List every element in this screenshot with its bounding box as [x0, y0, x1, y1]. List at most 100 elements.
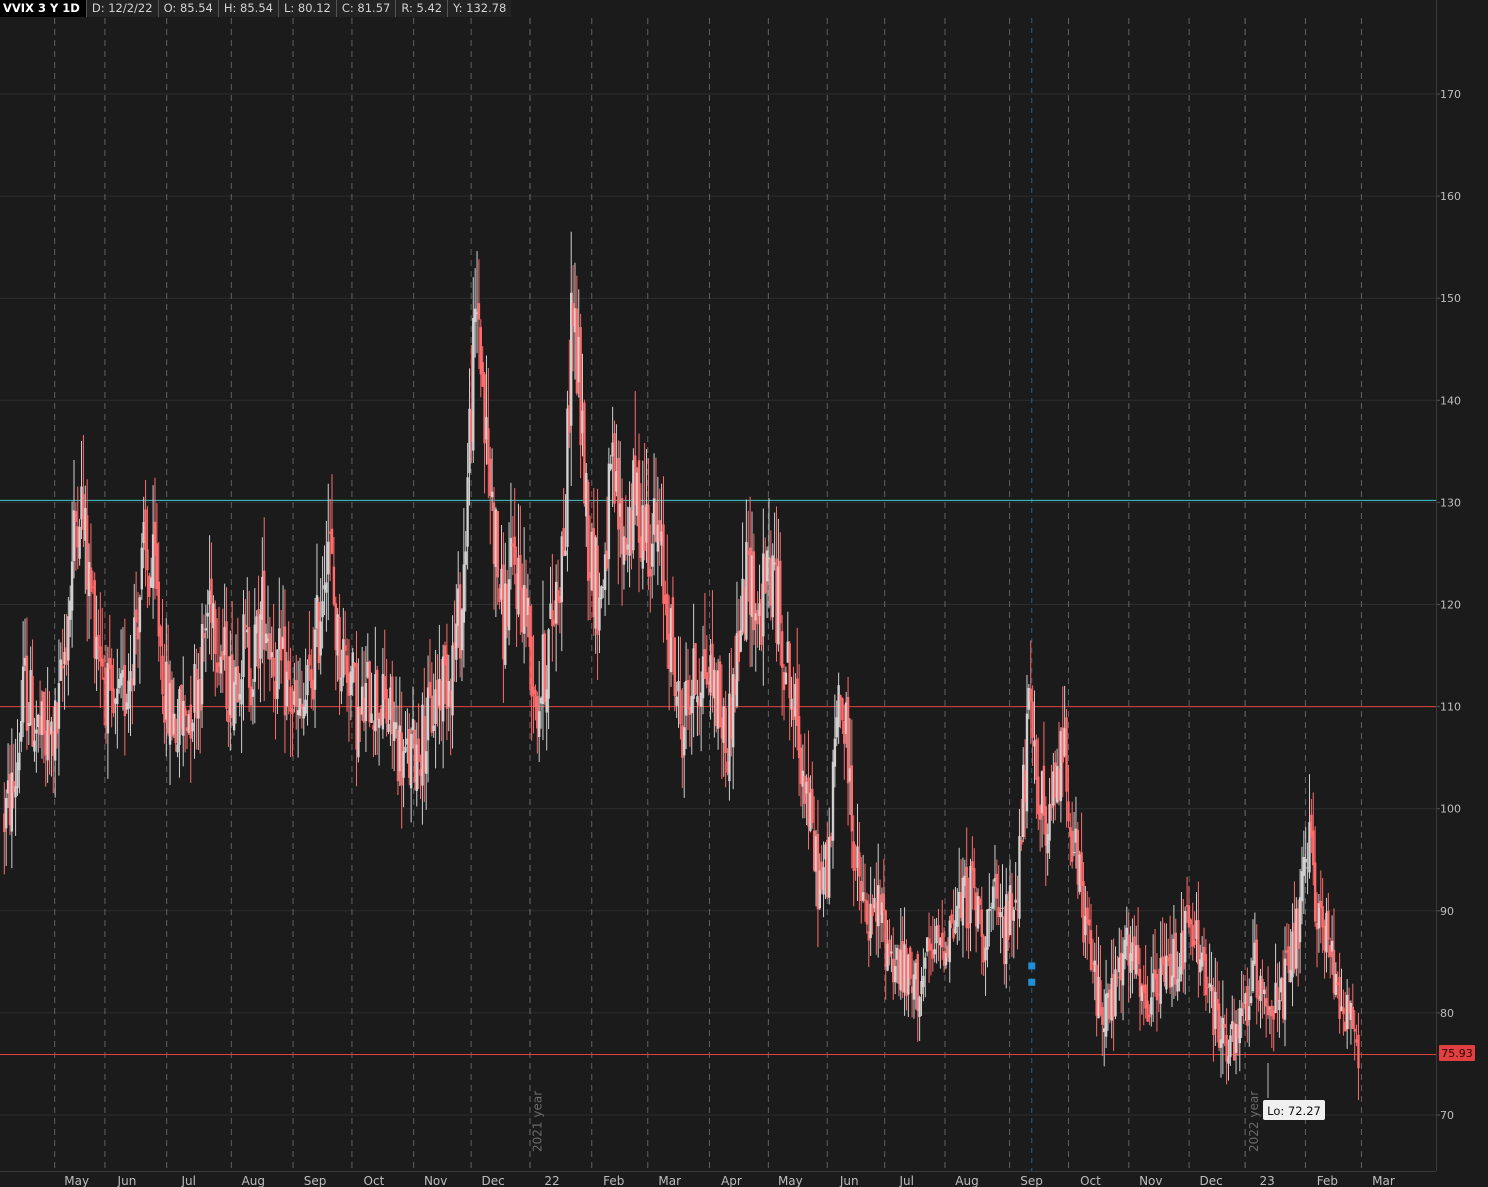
candle-body — [924, 957, 927, 969]
candle-body — [101, 658, 104, 667]
y-tick-label: 100 — [1440, 803, 1461, 816]
x-tick-label: Aug — [955, 1174, 978, 1187]
candle-body — [519, 555, 522, 590]
candle-body — [973, 868, 976, 889]
candle-body — [1342, 1007, 1345, 1015]
candle-body — [342, 639, 345, 678]
candle-body — [182, 700, 185, 736]
candle-body — [343, 645, 347, 651]
candle-body — [882, 893, 886, 911]
candle-body — [1251, 960, 1255, 992]
y-tick-label: 170 — [1440, 88, 1461, 101]
candle-body — [20, 720, 23, 742]
candle-body — [1313, 862, 1317, 922]
candle-body — [922, 975, 925, 988]
candle-body — [138, 597, 142, 633]
candle-body — [67, 616, 70, 661]
candle-body — [1183, 910, 1187, 963]
candle-body — [368, 661, 371, 723]
candle-body — [739, 630, 742, 652]
candle-body — [1012, 909, 1015, 921]
candle-body — [295, 680, 298, 707]
candle-body — [496, 511, 499, 578]
year-label: 2022 year — [1247, 1091, 1261, 1152]
candle-body — [649, 569, 652, 577]
candle-body — [671, 597, 675, 638]
candle-body — [841, 698, 844, 721]
candle-body — [206, 612, 209, 617]
event-marker — [1028, 978, 1036, 986]
candle-body — [784, 672, 788, 685]
x-tick-label: Aug — [242, 1174, 265, 1187]
candle-body — [46, 720, 49, 761]
candle-body — [490, 491, 494, 498]
high-field: H: 85.54 — [217, 0, 278, 17]
candle-body — [18, 752, 21, 771]
candle-body — [330, 528, 334, 554]
candle-body — [694, 643, 697, 695]
candle-body — [999, 911, 1002, 918]
candle-body — [771, 555, 774, 618]
candle-body — [1101, 1007, 1104, 1025]
price-badge: 75.93 — [1439, 1045, 1475, 1061]
candle-body — [1255, 939, 1258, 998]
candle-body — [1283, 958, 1287, 1020]
candle-body — [613, 433, 616, 504]
candle-body — [986, 909, 989, 950]
candle-body — [161, 655, 164, 695]
candle-body — [332, 566, 336, 605]
candle-body — [537, 711, 541, 738]
candle-body — [679, 690, 682, 725]
candle-body — [1001, 907, 1004, 909]
candle-body — [176, 744, 179, 753]
candle-body — [617, 457, 620, 530]
candle-body — [327, 541, 330, 575]
candle-body — [146, 549, 149, 571]
y-tick-label: 90 — [1440, 905, 1454, 918]
candle-body — [411, 718, 415, 731]
candle-body — [831, 761, 835, 841]
candle-body — [788, 643, 791, 699]
candle-body — [140, 547, 143, 590]
candle-body — [718, 661, 722, 728]
price-chart[interactable]: 70 80 90 100 110 120 130 140 150 160 170 May Jun Jul A… — [0, 0, 1488, 1187]
candle-body — [598, 597, 601, 631]
candle-body — [270, 652, 273, 658]
candle-body — [1227, 1056, 1230, 1064]
candle-body — [70, 561, 74, 611]
candle-body — [675, 696, 678, 706]
candle-body — [822, 867, 825, 895]
year-label: 2021 year — [531, 1091, 545, 1152]
candle-body — [35, 729, 38, 734]
x-tick-label: Feb — [1317, 1174, 1338, 1187]
candle-body — [861, 892, 865, 901]
x-tick-label: Sep — [1020, 1174, 1043, 1187]
candle-body — [1148, 1015, 1151, 1018]
candle-body — [1189, 919, 1193, 925]
candle-body — [340, 677, 343, 692]
candle-body — [1351, 1006, 1355, 1029]
symbol-label[interactable]: VVIX 3 Y 1D — [0, 0, 86, 17]
candle-body — [1266, 1005, 1270, 1016]
candle-body — [428, 681, 432, 696]
candle-body — [225, 621, 228, 709]
candle-body — [313, 629, 317, 690]
candle-body — [376, 669, 379, 721]
candle-body — [509, 537, 513, 567]
candle-body — [242, 614, 245, 678]
candle-body — [417, 738, 420, 762]
candle-body — [547, 629, 550, 699]
x-tick-label: Jun — [839, 1174, 859, 1187]
candle-body — [965, 866, 968, 929]
candle-body — [888, 939, 891, 957]
candle-body — [424, 751, 428, 774]
candle-body — [466, 477, 469, 547]
candle-body — [462, 564, 466, 623]
candle-body — [25, 655, 29, 731]
candle-body — [811, 788, 814, 823]
candle-body — [4, 797, 8, 829]
candle-body — [978, 898, 982, 905]
candle-body — [779, 560, 782, 624]
candle-body — [364, 683, 368, 722]
candle-body — [865, 900, 869, 925]
